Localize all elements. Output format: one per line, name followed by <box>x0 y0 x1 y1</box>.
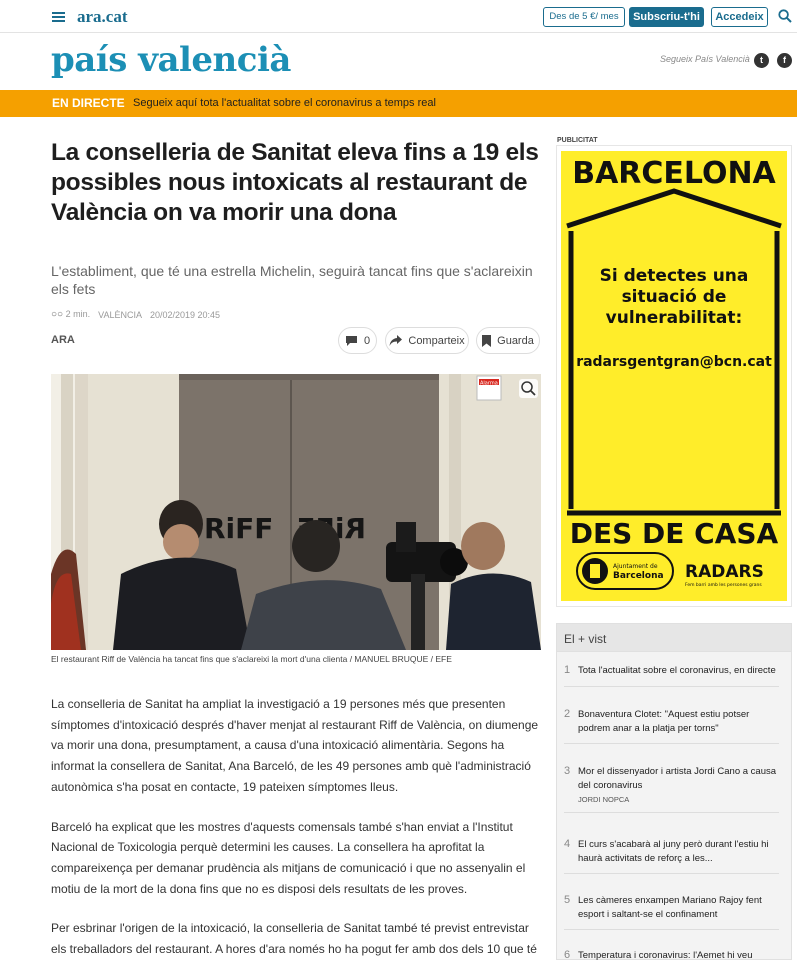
top-bar: ara.cat Des de 5 €/ mes Subscriu-t'hi Ac… <box>0 0 797 33</box>
ad-email: radarsgentgran@bcn.cat <box>576 354 772 370</box>
list-item[interactable]: 5 Les càmeres enxampen Mariano Rajoy fen… <box>564 894 779 930</box>
list-item-number: 6 <box>564 949 571 960</box>
list-item-number: 2 <box>564 708 571 720</box>
list-item[interactable]: 1 Tota l'actualitat sobre el coronavirus… <box>564 664 779 687</box>
hamburger-menu-icon[interactable] <box>52 12 65 22</box>
live-banner[interactable]: EN DIRECTE Segueix aquí tota l'actualita… <box>0 90 797 117</box>
list-item-number: 1 <box>564 664 571 676</box>
ad-bottom-text: DES DE CASA <box>570 517 779 550</box>
glasses-icon: ○○ <box>51 309 64 320</box>
comments-button[interactable]: 0 <box>338 327 377 354</box>
bookmark-icon <box>482 334 492 347</box>
ad-label: PUBLICITAT <box>557 137 598 144</box>
ad-creative[interactable]: BARCELONA Si detectes una situació de vu… <box>561 151 787 601</box>
list-item-title[interactable]: Les càmeres enxampen Mariano Rajoy fent … <box>578 894 779 921</box>
article-headline: La conselleria de Sanitat eleva fins a 1… <box>51 139 539 226</box>
article-author[interactable]: ARA <box>51 334 75 346</box>
ad-sponsor-line2: Barcelona <box>613 571 664 581</box>
list-item[interactable]: 4 El curs s'acabarà al juny però durant … <box>564 838 779 874</box>
ad-sponsor-line1: Ajuntament de <box>613 563 658 570</box>
article-paragraph: Per esbrinar l'origen de la intoxicació,… <box>51 921 537 957</box>
facebook-icon[interactable]: f <box>777 53 792 68</box>
save-button[interactable]: Guarda <box>476 327 540 354</box>
most-viewed-box: El + vist 1 Tota l'actualitat sobre el c… <box>556 623 792 960</box>
subscribe-button[interactable]: Subscriu-t'hi <box>629 7 704 27</box>
login-button[interactable]: Accedeix <box>711 7 768 27</box>
live-tag: EN DIRECTE <box>52 96 125 110</box>
photo-sign-left: RiFF <box>204 512 273 545</box>
ad-brand: RADARS <box>685 562 764 582</box>
list-item-title[interactable]: Temperatura i coronavirus: l'Aemet hi ve… <box>578 949 779 960</box>
most-viewed-title: El + vist <box>557 624 791 652</box>
section-title[interactable]: país valencià <box>51 40 291 80</box>
ad-graphic: BARCELONA Si detectes una situació de vu… <box>566 156 782 590</box>
photo-sticker: Alarma <box>480 381 498 387</box>
article-photo[interactable]: RiFF RiFF Alarma <box>51 374 541 650</box>
ad-message: Si detectes una situació de vulnerabilit… <box>599 266 749 328</box>
article-date: 20/02/2019 20:45 <box>149 309 221 320</box>
list-item-number: 5 <box>564 894 571 906</box>
article-subtitle: L'establiment, que té una estrella Miche… <box>51 263 533 297</box>
article-meta: ○○ 2 min. VALÈNCIA 20/02/2019 20:45 <box>51 309 220 320</box>
article-paragraph: La conselleria de Sanitat ha ampliat la … <box>51 697 539 794</box>
live-link[interactable]: Segueix aquí tota l'actualitat sobre el … <box>133 97 436 109</box>
site-logo[interactable]: ara.cat <box>77 7 128 27</box>
photo-caption: El restaurant Riff de València ha tancat… <box>51 654 452 664</box>
list-item-author[interactable]: JORDI NOPCA <box>578 795 779 804</box>
ad-top-text: BARCELONA <box>572 156 776 191</box>
twitter-icon[interactable]: t <box>754 53 769 68</box>
search-icon[interactable] <box>778 9 792 23</box>
article-paragraph: Barceló ha explicat que les mostres d'aq… <box>51 819 526 896</box>
list-item-title[interactable]: El curs s'acabarà al juny però durant l'… <box>578 838 779 865</box>
reading-time: ○○ 2 min. <box>51 309 91 320</box>
ad-banner[interactable]: BARCELONA Si detectes una situació de vu… <box>556 145 792 607</box>
list-item-number: 4 <box>564 838 571 850</box>
share-icon <box>389 335 403 346</box>
ad-brand-tagline: Fem barri amb les persones grans <box>685 582 762 588</box>
share-button[interactable]: Comparteix <box>385 327 469 354</box>
list-item[interactable]: 2 Bonaventura Clotet: "Aquest estiu pots… <box>564 708 779 744</box>
list-item-title[interactable]: Bonaventura Clotet: "Aquest estiu potser… <box>578 708 779 735</box>
article-body: La conselleria de Sanitat ha ampliat la … <box>51 694 541 960</box>
photo-illustration: RiFF RiFF Alarma <box>51 374 541 650</box>
list-item-title[interactable]: Tota l'actualitat sobre el coronavirus, … <box>578 664 779 678</box>
list-item[interactable]: 3 Mor el dissenyador i artista Jordi Can… <box>564 765 779 813</box>
article-location: VALÈNCIA <box>98 309 142 320</box>
list-item-number: 3 <box>564 765 571 777</box>
list-item[interactable]: 6 Temperatura i coronavirus: l'Aemet hi … <box>564 949 779 960</box>
price-button[interactable]: Des de 5 €/ mes <box>543 7 625 27</box>
list-item-title[interactable]: Mor el dissenyador i artista Jordi Cano … <box>578 765 779 792</box>
comment-icon <box>345 335 357 346</box>
follow-text: Segueix País Valencià <box>660 54 750 64</box>
